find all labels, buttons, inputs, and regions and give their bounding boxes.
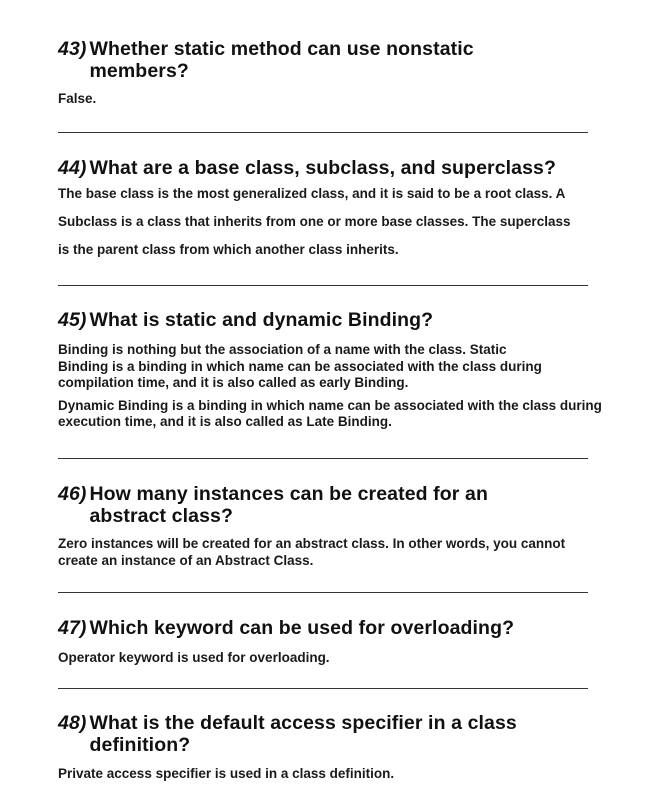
qa-item-43: 43) Whether static method can use nonsta… xyxy=(58,38,603,106)
question-text: What is the default access specifier in … xyxy=(89,712,517,756)
question-number: 45) xyxy=(58,309,87,331)
question-text: What are a base class, subclass, and sup… xyxy=(89,157,557,179)
qa-item-47: 47) Which keyword can be used for overlo… xyxy=(58,617,603,665)
qa-item-48: 48) What is the default access specifier… xyxy=(58,712,603,781)
question-number: 46) xyxy=(58,483,87,505)
answer-paragraph: False. xyxy=(58,91,97,106)
section-divider xyxy=(58,285,588,286)
section-divider xyxy=(58,688,588,689)
qa-item-45: 45) What is static and dynamic Binding? … xyxy=(58,309,603,431)
question-heading: 45) What is static and dynamic Binding? xyxy=(58,309,603,331)
question-number: 43) xyxy=(58,38,87,60)
answer-paragraph: Binding is nothing but the association o… xyxy=(58,342,542,390)
section-divider xyxy=(58,458,588,459)
answer-paragraph: Zero instances will be created for an ab… xyxy=(58,536,566,568)
qa-item-44: 44) What are a base class, subclass, and… xyxy=(58,157,603,264)
question-number: 44) xyxy=(58,157,87,179)
qa-item-46: 46) How many instances can be created fo… xyxy=(58,483,603,569)
question-heading: 44) What are a base class, subclass, and… xyxy=(58,157,603,179)
question-heading: 43) Whether static method can use nonsta… xyxy=(58,38,528,82)
question-heading: 46) How many instances can be created fo… xyxy=(58,483,538,527)
question-number: 47) xyxy=(58,617,87,639)
section-divider xyxy=(58,592,588,593)
answer-paragraph: Operator keyword is used for overloading… xyxy=(58,650,330,665)
question-heading: 48) What is the default access specifier… xyxy=(58,712,558,756)
answer-paragraph: Dynamic Binding is a binding in which na… xyxy=(58,397,602,430)
answer-paragraph: The base class is the most generalized c… xyxy=(58,186,571,257)
question-heading: 47) Which keyword can be used for overlo… xyxy=(58,617,603,639)
question-number: 48) xyxy=(58,712,87,734)
question-text: Which keyword can be used for overloadin… xyxy=(89,617,515,639)
document-page: 43) Whether static method can use nonsta… xyxy=(0,0,653,803)
section-divider xyxy=(58,132,588,133)
question-text: What is static and dynamic Binding? xyxy=(89,309,434,331)
answer-paragraph: Private access specifier is used in a cl… xyxy=(58,766,395,781)
question-text: How many instances can be created for an… xyxy=(89,483,488,527)
question-text: Whether static method can use nonstatic … xyxy=(89,38,474,82)
